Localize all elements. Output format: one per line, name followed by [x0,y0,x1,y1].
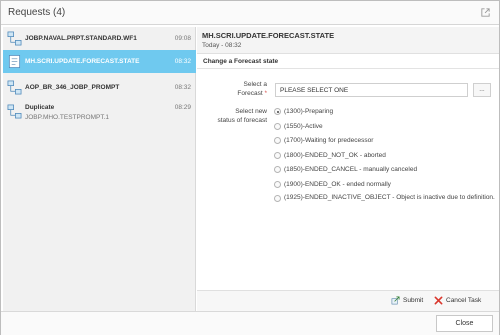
status-option-label: (1800)-ENDED_NOT_OK - aborted [284,151,386,159]
forecast-label-line2: Forecast [237,90,263,97]
cancel-label: Cancel Task [446,297,482,304]
dialog-title: Requests (4) [8,7,66,18]
detail-header: MH.SCRI.UPDATE.FORECAST.STATE Today - 08… [197,27,499,54]
radio-button[interactable] [274,122,281,130]
forecast-label: Select a Forecast * [237,80,267,98]
section-header: Change a Forecast state [197,55,499,69]
status-option-label: (1850)-ENDED_CANCEL - manually canceled [284,166,418,173]
status-radio-group: (1300)-Preparing (1550)-Active (1700)-Wa… [274,107,496,209]
request-time: 08:29 [174,104,191,111]
forecast-label-line1: Select a [243,81,268,88]
status-option[interactable]: (1700)-Waiting for predecessor [274,136,496,151]
radio-button[interactable] [274,180,281,188]
request-name: MH.SCRI.UPDATE.FORECAST.STATE [25,58,140,65]
radio-button[interactable] [274,166,281,173]
submit-label: Submit [403,297,424,304]
workflow-icon [7,31,22,46]
status-option[interactable]: (1550)-Active [274,122,496,137]
workflow-icon [7,104,22,119]
request-detail: MH.SCRI.UPDATE.FORECAST.STATE Today - 08… [197,27,499,311]
status-option-label: (1300)-Preparing [284,108,334,115]
status-option-label: (1925)-ENDED_INACTIVE_OBJECT - Object is… [284,194,495,201]
request-time: 08:32 [174,58,191,65]
status-option-label: (1900)-ENDED_OK - ended normally [284,180,391,188]
request-item-selected[interactable]: MH.SCRI.UPDATE.FORECAST.STATE 08:32 [3,50,196,73]
status-option[interactable]: (1925)-ENDED_INACTIVE_OBJECT - Object is… [274,194,496,209]
required-marker: * [264,90,267,97]
browse-button[interactable]: ... [473,83,491,97]
dialog-footer: Close [1,311,499,335]
status-label-line2: status of forecast [217,117,268,124]
request-time: 09:08 [174,35,191,42]
action-bar: Submit Cancel Task [197,290,499,311]
close-button[interactable]: Close [436,315,493,332]
popout-icon[interactable] [480,7,491,18]
status-label-line1: Select new [235,108,267,115]
requests-dialog: Requests (4) JOBP.NAVAL.PRPT.STANDARD.WF… [0,0,500,335]
request-name: Duplicate [25,104,55,111]
status-option[interactable]: (1800)-ENDED_NOT_OK - aborted [274,151,496,166]
request-name: JOBP.NAVAL.PRPT.STANDARD.WF1 [25,35,137,42]
detail-date: Today - 08:32 [202,42,242,49]
request-subtitle: JOBP.MHO.TESTPROMPT.1 [25,114,110,121]
radio-button-selected[interactable] [274,108,281,115]
status-option[interactable]: (1300)-Preparing [274,107,496,122]
dialog-titlebar: Requests (4) [1,1,499,25]
cancel-task-button[interactable]: Cancel Task [434,296,481,305]
section-title: Change a Forecast state [203,58,279,65]
submit-icon [391,296,400,305]
forecast-field[interactable] [275,83,468,97]
request-name: AOP_BR_346_JOBP_PROMPT [25,84,120,91]
script-icon [8,55,21,68]
status-option-label: (1700)-Waiting for predecessor [284,137,374,144]
request-item[interactable]: Duplicate 08:29 JOBP.MHO.TESTPROMPT.1 [3,100,196,128]
status-option[interactable]: (1850)-ENDED_CANCEL - manually canceled [274,165,496,180]
request-item[interactable]: AOP_BR_346_JOBP_PROMPT 08:32 [3,76,196,99]
radio-button[interactable] [274,151,281,159]
request-list: JOBP.NAVAL.PRPT.STANDARD.WF1 09:08 MH.SC… [3,27,196,311]
workflow-icon [7,80,22,95]
radio-button[interactable] [274,195,281,202]
status-label: Select new status of forecast [218,107,268,125]
request-item[interactable]: JOBP.NAVAL.PRPT.STANDARD.WF1 09:08 [3,27,196,50]
status-option-label: (1550)-Active [284,122,323,130]
request-time: 08:32 [174,84,191,91]
detail-title: MH.SCRI.UPDATE.FORECAST.STATE [202,31,335,40]
submit-button[interactable]: Submit [391,296,423,305]
radio-button[interactable] [274,137,281,144]
cancel-icon [434,296,443,305]
